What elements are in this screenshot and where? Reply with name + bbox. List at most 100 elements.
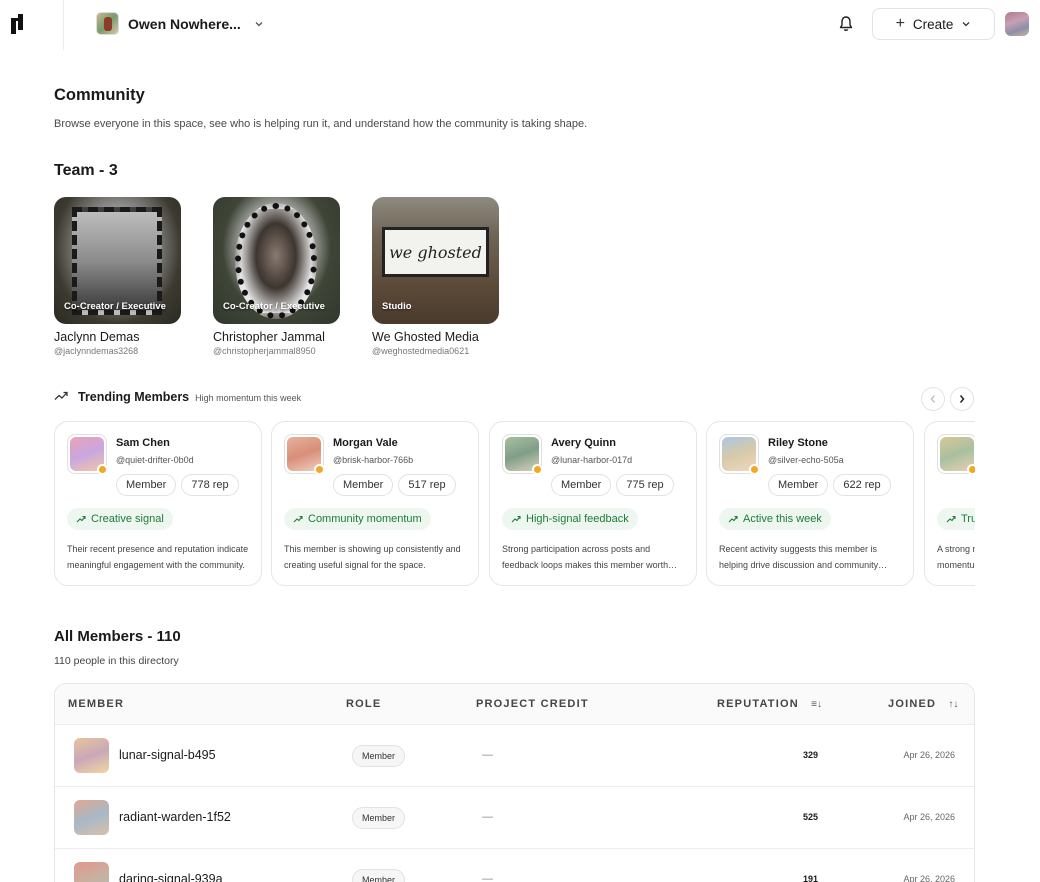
members-section-title: All Members - 110 — [54, 628, 181, 645]
trending-up-icon — [511, 515, 521, 523]
member-name: Avery Quinn — [551, 437, 616, 449]
rep-tag: 778 rep — [181, 474, 239, 496]
signal-badge: High-signal feedback — [502, 508, 638, 530]
signal-badge: Community momentum — [284, 508, 431, 530]
user-avatar[interactable] — [1005, 12, 1029, 36]
column-header-joined[interactable]: JOINED ↑↓ — [888, 698, 958, 710]
status-badge — [532, 464, 543, 475]
member-description: Recent activity suggests this member is … — [719, 544, 879, 570]
chevron-down-icon — [962, 22, 970, 27]
create-label: Create — [912, 16, 954, 32]
member-tags: Member 778 rep — [116, 474, 239, 496]
trending-member-card[interactable]: Morgan Vale @brisk-harbor-766b Member 51… — [271, 421, 479, 586]
column-header-reputation[interactable]: REPUTATION ≡↓ — [717, 698, 822, 710]
team-member-handle: @weghostedmedia0621 — [372, 346, 470, 356]
trending-up-icon — [54, 391, 68, 400]
workspace-name: Owen Nowhere... — [128, 15, 241, 32]
studio-sign: we ghosted — [382, 227, 489, 277]
trending-up-icon — [76, 515, 86, 523]
trending-member-card[interactable]: Trusted voice A strong mix of role, cred… — [924, 421, 975, 586]
reputation-value: 191 — [802, 874, 818, 882]
member-name: Sam Chen — [116, 437, 170, 449]
member-avatar — [937, 434, 975, 475]
role-tag: Member — [551, 474, 612, 496]
column-header-role: ROLE — [346, 698, 382, 710]
reputation-value: 525 — [802, 812, 818, 822]
member-name[interactable]: lunar-signal-b495 — [119, 748, 216, 762]
status-badge — [314, 464, 325, 475]
member-handle: @lunar-harbor-017d — [551, 455, 633, 465]
member-name[interactable]: radiant-warden-1f52 — [119, 810, 231, 824]
member-name: Morgan Vale — [333, 437, 398, 449]
team-member-name: Jaclynn Demas — [54, 330, 140, 344]
carousel-prev-button[interactable] — [921, 387, 945, 411]
member-tags: Member 622 rep — [768, 474, 891, 496]
member-tags: Member 517 rep — [333, 474, 456, 496]
team-member-role: Co-Creator / Executive — [64, 301, 166, 312]
team-member-handle: @christopherjammal8950 — [213, 346, 316, 356]
trending-member-card[interactable]: Avery Quinn @lunar-harbor-017d Member 77… — [489, 421, 697, 586]
bell-icon[interactable] — [838, 15, 854, 32]
workspace-switcher[interactable]: Owen Nowhere... — [96, 12, 264, 35]
member-handle: @silver-echo-505a — [768, 455, 844, 465]
signal-badge: Creative signal — [67, 508, 173, 530]
team-card[interactable]: Co-Creator / Executive Jaclynn Demas @ja… — [54, 197, 184, 356]
trending-member-card[interactable]: Riley Stone @silver-echo-505a Member 622… — [706, 421, 914, 586]
app-logo-icon[interactable] — [10, 13, 26, 35]
role-badge: Member — [352, 807, 406, 829]
joined-date: Apr 26, 2026 — [903, 812, 955, 822]
chevron-left-icon — [930, 395, 935, 403]
member-avatar — [284, 434, 325, 475]
team-member-photo[interactable]: Co-Creator / Executive — [54, 197, 181, 324]
member-avatar — [74, 738, 109, 773]
team-card[interactable]: we ghosted Studio We Ghosted Media @wegh… — [372, 197, 502, 356]
team-member-role: Co-Creator / Executive — [223, 301, 325, 312]
role-badge: Member — [352, 745, 406, 767]
team-member-name: Christopher Jammal — [213, 330, 325, 344]
plus-icon: + — [895, 15, 905, 32]
team-member-role: Studio — [382, 301, 412, 312]
member-description: Strong participation across posts and fe… — [502, 544, 669, 570]
trending-carousel: Sam Chen @quiet-drifter-0b0d Member 778 … — [54, 421, 975, 587]
member-avatar — [502, 434, 543, 475]
member-description: Their recent presence and reputation ind… — [67, 544, 249, 570]
team-member-name: We Ghosted Media — [372, 330, 479, 344]
signal-label: Creative signal — [91, 513, 164, 525]
chevron-right-icon — [959, 395, 965, 403]
members-table: MEMBER ROLE PROJECT CREDIT REPUTATION ≡↓… — [54, 683, 975, 882]
trending-header: Trending Members High momentum this week — [54, 390, 301, 404]
member-description: This member is showing up consistently a… — [284, 544, 461, 570]
member-avatar — [67, 434, 108, 475]
table-row[interactable]: radiant-warden-1f52 Member — 525 Apr 26,… — [55, 787, 974, 849]
status-badge — [749, 464, 760, 475]
table-row[interactable]: daring-signal-939a Member — 191 Apr 26, … — [55, 849, 974, 882]
signal-badge: Trusted voice — [937, 508, 975, 530]
project-credit: — — [482, 873, 493, 882]
trending-up-icon — [946, 515, 956, 523]
member-name: Riley Stone — [768, 437, 828, 449]
portrait-frame — [72, 207, 162, 315]
role-tag: Member — [116, 474, 177, 496]
rep-tag: 517 rep — [398, 474, 456, 496]
chevron-down-icon — [255, 21, 263, 26]
joined-date: Apr 26, 2026 — [903, 874, 955, 882]
team-member-photo[interactable]: Co-Creator / Executive — [213, 197, 340, 324]
team-card[interactable]: Co-Creator / Executive Christopher Jamma… — [213, 197, 343, 356]
table-header: MEMBER ROLE PROJECT CREDIT REPUTATION ≡↓… — [55, 684, 974, 725]
create-button[interactable]: + Create — [872, 8, 995, 40]
member-name[interactable]: daring-signal-939a — [119, 872, 223, 882]
trending-member-card[interactable]: Sam Chen @quiet-drifter-0b0d Member 778 … — [54, 421, 262, 586]
reputation-value: 329 — [802, 750, 818, 760]
sort-descending-icon[interactable]: ≡↓ — [811, 699, 822, 710]
column-header-label: REPUTATION — [717, 698, 799, 710]
role-tag: Member — [768, 474, 829, 496]
sort-icon[interactable]: ↑↓ — [948, 699, 958, 710]
team-member-photo[interactable]: we ghosted Studio — [372, 197, 499, 324]
member-handle: @brisk-harbor-766b — [333, 455, 414, 465]
member-avatar — [719, 434, 760, 475]
workspace-avatar — [96, 12, 119, 35]
member-tags: Member 775 rep — [551, 474, 674, 496]
carousel-next-button[interactable] — [950, 387, 974, 411]
column-header-label: JOINED — [888, 698, 937, 710]
table-row[interactable]: lunar-signal-b495 Member — 329 Apr 26, 2… — [55, 725, 974, 787]
